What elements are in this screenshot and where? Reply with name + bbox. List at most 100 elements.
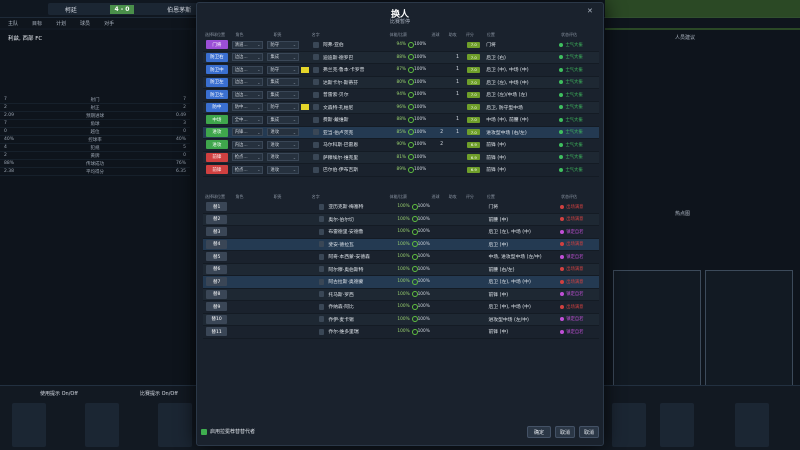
table-row[interactable]: 前锋 抢点… ⌄ 进攻 ⌄ 萨穆埃尔·维克里 81% 100% 6.9 前锋 (中) 士气大振	[203, 151, 599, 164]
table-row[interactable]: 替3 布雷德里·安德鲁 100% 100% 后卫 (左), 中场 (中) 镇定自若	[203, 226, 599, 239]
table-row[interactable]: 防卫右 边边… ⌄ 集成 ⌄ 迪迪斯·德罗巴 88% 100% 1 7.0 后卫 (右) 士气大振	[203, 51, 599, 64]
close-icon[interactable]: ✕	[587, 7, 595, 15]
player-name[interactable]: 阿弗·亚伯	[323, 41, 386, 48]
player-name[interactable]: 托马斯·罗西	[328, 291, 390, 298]
table-row[interactable]: 防卫中 边边… ⌄ 防守 ⌄ 弗兰克·鲁本·卡罗普 87% 100% 1 7.0 后卫 (中), 中…	[203, 64, 599, 77]
position-badge[interactable]: 进攻	[206, 127, 228, 137]
sub-slot-badge[interactable]: 替10	[206, 314, 228, 324]
player-card[interactable]	[735, 403, 769, 447]
role-select[interactable]: 抢点… ⌄	[231, 165, 264, 174]
player-name[interactable]: 亚历克斯·梅塞特	[328, 203, 390, 210]
sub-slot-badge[interactable]: 替5	[206, 252, 228, 262]
player-card[interactable]	[660, 403, 694, 447]
table-row[interactable]: 替4 斐安·德拉瓦 100% 100% 后卫 (中) 出场满意	[203, 238, 599, 251]
table-row[interactable]: 替1 亚历克斯·梅塞特 100% 100% 门将 出场满意	[203, 201, 599, 214]
table-row[interactable]: 替2 奥尔·伯尔切 100% 100% 前腰 (中) 出场满意	[203, 213, 599, 226]
player-name[interactable]: 马尔科斯·巴雷恩	[323, 141, 386, 148]
duty-select[interactable]: 集成 ⌄	[267, 115, 300, 124]
table-row[interactable]: 替9 乔纳森·阿比 100% 100% 后卫 (中), 中场 (中) 出场满意	[203, 301, 599, 314]
player-card[interactable]	[85, 403, 119, 447]
table-row[interactable]: 替7 阿古拉斯·奥德蒙 100% 100% 后卫 (左), 中场 (中) 出场满意	[203, 276, 599, 289]
player-name[interactable]: 斐安·德拉瓦	[328, 241, 390, 248]
player-name[interactable]: 奥尔·伯尔切	[328, 216, 390, 223]
nav-item[interactable]: 对手	[104, 20, 114, 27]
table-row[interactable]: 门将 清道… ⌄ 防守 ⌄ 阿弗·亚伯 94% 100% 7.0 门将 士气大振	[203, 39, 599, 52]
player-card[interactable]	[12, 403, 46, 447]
sub-slot-badge[interactable]: 替11	[206, 327, 228, 337]
player-name[interactable]: 巴尔伯·伊布吉斯	[323, 166, 386, 173]
table-row[interactable]: 中场 全中… ⌄ 集成 ⌄ 费斯·戴维斯 88% 100% 1 7.0 中场 (中), 前腰 (中)…	[203, 114, 599, 127]
player-name[interactable]: 阿古拉斯·奥德蒙	[328, 278, 390, 285]
player-name[interactable]: 弗兰克·鲁本·卡罗普	[323, 66, 386, 73]
position-badge[interactable]: 防卫左	[206, 90, 228, 100]
cancel-button[interactable]: 取消	[555, 426, 575, 438]
table-row[interactable]: 防中 防中… ⌄ 防守 ⌄ 文森特·孔帕尼 96% 100% 7.0 后卫, 防守型中场 士气大振	[203, 101, 599, 114]
sub-slot-badge[interactable]: 替2	[206, 214, 228, 224]
role-select[interactable]: 边边… ⌄	[231, 65, 264, 74]
role-select[interactable]: 抢点… ⌄	[231, 153, 264, 162]
sub-slot-badge[interactable]: 替9	[206, 302, 228, 312]
sub-slot-badge[interactable]: 替6	[206, 264, 228, 274]
duty-select[interactable]: 防守 ⌄	[267, 65, 300, 74]
duty-select[interactable]: 防守 ⌄	[267, 40, 300, 49]
table-row[interactable]: 替8 托马斯·罗西 100% 100% 前锋 (中) 镇定自若	[203, 288, 599, 301]
sub-slot-badge[interactable]: 替7	[206, 277, 228, 287]
duty-select[interactable]: 防守 ⌄	[267, 103, 300, 112]
table-row[interactable]: 进攻 内边… ⌄ 进攻 ⌄ 马尔科斯·巴雷恩 90% 100% 2 6.9 前锋 (中) 士气大振	[203, 139, 599, 152]
role-select[interactable]: 内边… ⌄	[231, 140, 264, 149]
duty-select[interactable]: 进攻 ⌄	[267, 140, 300, 149]
auto-replace-option[interactable]: 启用拉冕荐替替代者	[201, 428, 255, 435]
sub-slot-badge[interactable]: 替1	[206, 202, 228, 212]
table-row[interactable]: 替10 乔伊·麦卡锡 100% 100% 进攻型中场 (左/中) 镇定自若	[203, 313, 599, 326]
duty-select[interactable]: 进攻 ⌄	[267, 128, 300, 137]
position-badge[interactable]: 门将	[206, 40, 228, 50]
player-name[interactable]: 迪迪斯·德罗巴	[323, 54, 386, 61]
position-badge[interactable]: 防卫右	[206, 52, 228, 62]
player-name[interactable]: 乔尔·维多里瑞	[328, 328, 390, 335]
nav-item[interactable]: 球员	[80, 20, 90, 27]
position-badge[interactable]: 防中	[206, 102, 228, 112]
role-select[interactable]: 清道… ⌄	[231, 40, 264, 49]
close-button[interactable]: 取消	[579, 426, 599, 438]
player-name[interactable]: 费斯·戴维斯	[323, 116, 386, 123]
player-name[interactable]: 文森特·孔帕尼	[323, 104, 386, 111]
position-badge[interactable]: 中场	[206, 115, 228, 125]
duty-select[interactable]: 进攻 ⌄	[267, 165, 300, 174]
confirm-button[interactable]: 确定	[527, 426, 551, 438]
duty-select[interactable]: 集成 ⌄	[267, 53, 300, 62]
sub-slot-badge[interactable]: 替8	[206, 289, 228, 299]
player-name[interactable]: 达斯卡尔·斯蒂芬	[323, 79, 386, 86]
role-select[interactable]: 全中… ⌄	[231, 115, 264, 124]
position-badge[interactable]: 前锋	[206, 152, 228, 162]
table-row[interactable]: 进攻 内锋… ⌄ 进攻 ⌄ 亚当·伯卢茨克 85% 100% 2 1 7.0 进攻型中场 (右/左) 士…	[203, 126, 599, 139]
table-row[interactable]: 替11 乔尔·维多里瑞 100% 100% 前锋 (中) 镇定自若	[203, 326, 599, 339]
player-name[interactable]: 普雷索·贝尔	[323, 91, 386, 98]
player-name[interactable]: 阿尔穆·奥伯斯特	[328, 266, 390, 273]
duty-select[interactable]: 进攻 ⌄	[267, 153, 300, 162]
position-badge[interactable]: 防卫中	[206, 65, 228, 75]
table-row[interactable]: 替5 阿奇·本西蒙-安德森 100% 100% 中场, 进攻型中场 (左/中) 镇定自若	[203, 251, 599, 264]
table-row[interactable]: 防卫左 边边… ⌄ 集成 ⌄ 普雷索·贝尔 94% 100% 1 7.0 后卫 (左)/中场 (左)…	[203, 89, 599, 102]
toggle-match-tips[interactable]: 比赛提示 On/Off	[140, 390, 178, 397]
table-row[interactable]: 前锋 抢点… ⌄ 进攻 ⌄ 巴尔伯·伊布吉斯 89% 100% 6.9 前锋 (中) 士气大振	[203, 164, 599, 177]
player-card[interactable]	[158, 403, 192, 447]
checkbox-icon[interactable]	[201, 428, 207, 435]
position-badge[interactable]: 防卫左	[206, 77, 228, 87]
table-row[interactable]: 替6 阿尔穆·奥伯斯特 100% 100% 前腰 (右/左) 出场满意	[203, 263, 599, 276]
player-name[interactable]: 阿奇·本西蒙-安德森	[328, 253, 390, 260]
player-name[interactable]: 乔纳森·阿比	[328, 303, 390, 310]
duty-select[interactable]: 集成 ⌄	[267, 78, 300, 87]
player-name[interactable]: 萨穆埃尔·维克里	[323, 154, 386, 161]
nav-item[interactable]: 计划	[56, 20, 66, 27]
toggle-tips[interactable]: 使用提示 On/Off	[40, 390, 78, 397]
sub-slot-badge[interactable]: 替4	[206, 239, 228, 249]
duty-select[interactable]: 集成 ⌄	[267, 90, 300, 99]
role-select[interactable]: 内锋… ⌄	[231, 128, 264, 137]
player-name[interactable]: 乔伊·麦卡锡	[328, 316, 390, 323]
position-badge[interactable]: 进攻	[206, 140, 228, 150]
nav-item[interactable]: 主队	[8, 20, 18, 27]
player-name[interactable]: 布雷德里·安德鲁	[328, 228, 390, 235]
table-row[interactable]: 防卫左 边边… ⌄ 集成 ⌄ 达斯卡尔·斯蒂芬 80% 100% 1 7.0 后卫 (左), 中场 …	[203, 76, 599, 89]
player-card[interactable]	[612, 403, 646, 447]
sub-slot-badge[interactable]: 替3	[206, 227, 228, 237]
